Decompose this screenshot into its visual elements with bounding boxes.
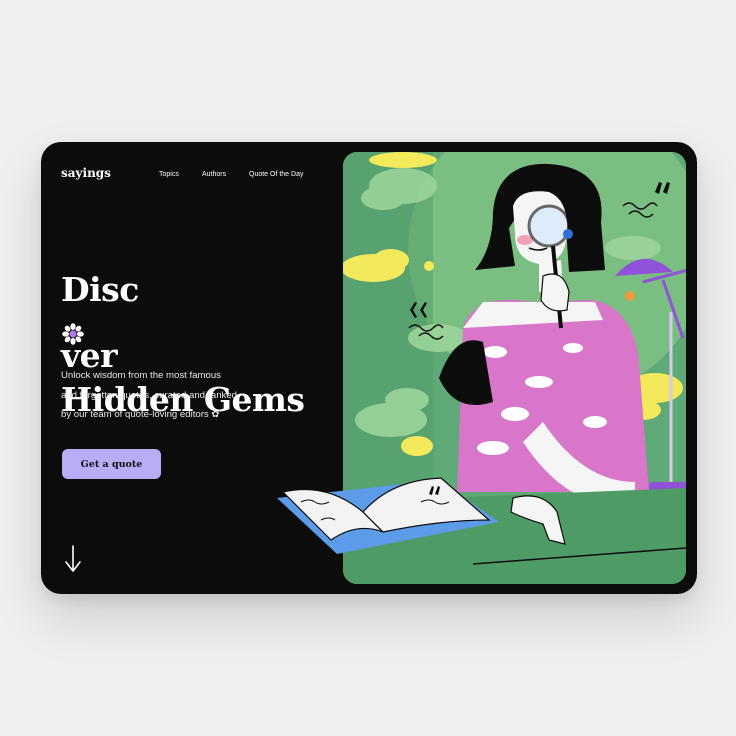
arrow-down-icon[interactable] [63, 544, 83, 574]
subtitle-line: and forgotten quotes, curated and ranked [61, 389, 238, 401]
get-a-quote-button[interactable]: Get a quote [62, 449, 161, 479]
subtitle-line: Unlock wisdom from the most famous [61, 370, 221, 381]
logo[interactable]: sayings [61, 166, 111, 180]
flower-icon [62, 312, 84, 345]
nav-quote-of-the-day[interactable]: Quote Of the Day [249, 171, 303, 178]
subtitle-line: by our team of quote-loving editors ✿ [61, 409, 220, 420]
hero-subtitle: Unlock wisdom from the most famous and f… [61, 366, 281, 425]
hero-card: sayings Topics Authors Quote Of the Day … [41, 142, 697, 594]
nav-authors[interactable]: Authors [202, 171, 226, 178]
nav-topics[interactable]: Topics [159, 171, 179, 178]
open-book [271, 462, 503, 562]
headline-line-1: Disc ver [61, 270, 139, 375]
